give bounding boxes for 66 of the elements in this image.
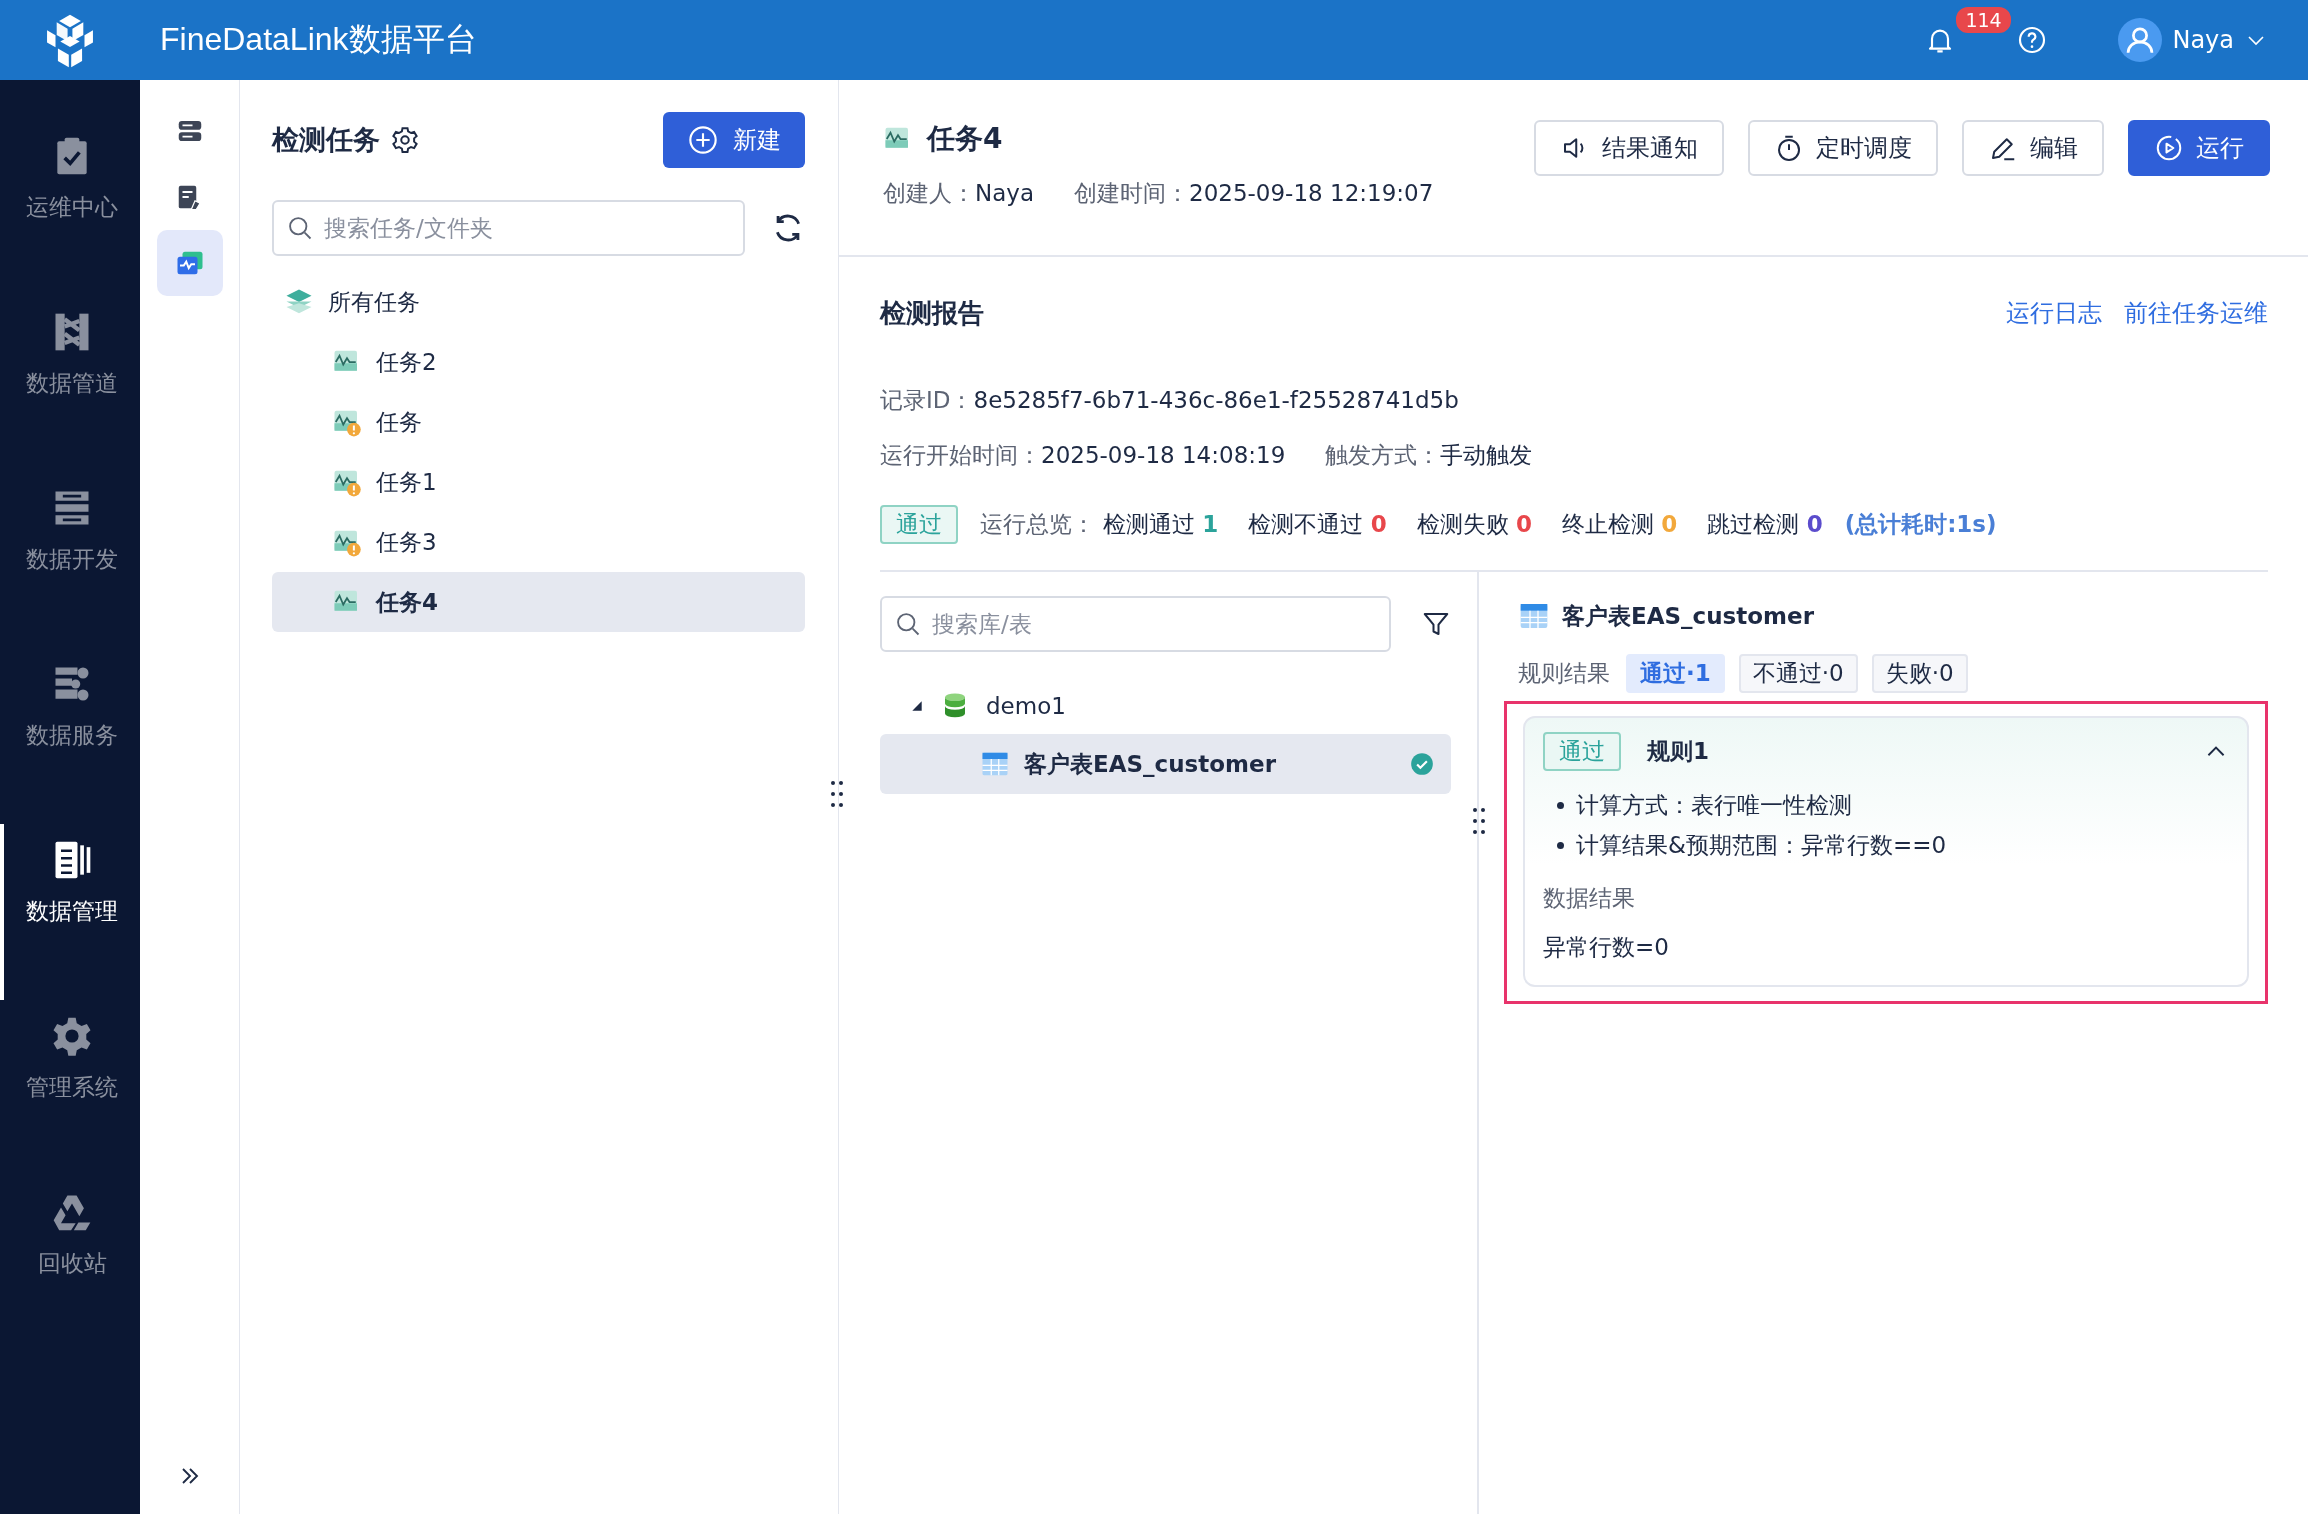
tree-item[interactable]: 任务3 bbox=[272, 512, 805, 572]
nav-item[interactable]: 数据服务 bbox=[0, 648, 140, 824]
link[interactable]: 运行日志 bbox=[2006, 297, 2102, 329]
rule-detail: 计算方式：表行唯一性检测 bbox=[1576, 790, 1852, 820]
filter-chip[interactable]: 不通过·0 bbox=[1738, 654, 1858, 693]
filter-chip[interactable]: 失败·0 bbox=[1871, 654, 1968, 693]
tree-item[interactable]: demo1 bbox=[880, 678, 1451, 734]
search-icon bbox=[894, 610, 922, 638]
panel-title: 检测任务 bbox=[272, 123, 380, 157]
rule-detail: 计算结果&预期范围：异常行数==0 bbox=[1576, 830, 1947, 860]
section-title: 检测报告 bbox=[880, 296, 984, 330]
app-title: FineDataLink数据平台 bbox=[160, 20, 477, 59]
action-button[interactable]: 结果通知 bbox=[1534, 120, 1724, 176]
action-button[interactable]: 运行 bbox=[2128, 120, 2270, 176]
summary-label: 运行总览： bbox=[980, 510, 1095, 539]
new-button[interactable]: 新建 bbox=[663, 112, 805, 168]
nav-item[interactable]: 数据管道 bbox=[0, 296, 140, 472]
result-text: 异常行数=0 bbox=[1543, 933, 1670, 962]
action-button[interactable]: 定时调度 bbox=[1748, 120, 1938, 176]
meta-text: 创建人：Naya bbox=[883, 179, 1034, 208]
nav-item[interactable]: 运维中心 bbox=[0, 120, 140, 296]
table-title: 客户表EAS_customer bbox=[1562, 601, 1814, 631]
status-tag: 通过 bbox=[1543, 732, 1621, 771]
section-label: 数据结果 bbox=[1543, 884, 1636, 913]
caret-down-icon bbox=[910, 699, 924, 713]
duration-text: (总计耗时:1s) bbox=[1844, 510, 1997, 539]
tree-item[interactable]: 任务1 bbox=[272, 452, 805, 512]
status-tag: 通过 bbox=[880, 505, 958, 544]
meta-text: 创建时间：2025-09-18 12:19:07 bbox=[1074, 179, 1434, 208]
rule-name: 规则1 bbox=[1647, 737, 1709, 766]
tree-item[interactable]: 客户表EAS_customer bbox=[880, 734, 1451, 794]
stat-text: 检测不通过 0 bbox=[1248, 510, 1387, 539]
bullet-icon bbox=[1557, 801, 1564, 809]
tree-item[interactable]: 任务 bbox=[272, 392, 805, 452]
field-text: 记录ID：8e5285f7-6b71-436c-86e1-f25528741d5b bbox=[880, 386, 1459, 415]
nav-item[interactable]: 数据管理 bbox=[0, 824, 140, 1000]
field-text: 运行开始时间：2025-09-18 14:08:19 bbox=[880, 441, 1286, 470]
stat-text: 检测失败 0 bbox=[1416, 510, 1532, 539]
search-field[interactable]: 搜索库/表 bbox=[880, 596, 1391, 652]
drag-handle-icon[interactable] bbox=[830, 780, 844, 808]
stat-text: 终止检测 0 bbox=[1562, 510, 1678, 539]
tree-item[interactable]: 所有任务 bbox=[272, 272, 805, 332]
nav-item[interactable]: 数据开发 bbox=[0, 472, 140, 648]
notification-badge: 114 bbox=[1954, 5, 2013, 35]
nav-item[interactable]: 回收站 bbox=[0, 1176, 140, 1352]
bullet-icon bbox=[1557, 841, 1564, 849]
filter-chip[interactable]: 通过·1 bbox=[1626, 654, 1725, 693]
user-menu[interactable]: Naya bbox=[2118, 18, 2268, 62]
tree-item[interactable]: 任务2 bbox=[272, 332, 805, 392]
plus-circle-icon bbox=[687, 124, 719, 156]
nav-item[interactable]: 管理系统 bbox=[0, 1000, 140, 1176]
settings-icon[interactable] bbox=[390, 125, 420, 155]
play-circle-icon bbox=[2154, 133, 2184, 163]
search-field[interactable]: 搜索任务/文件夹 bbox=[272, 200, 745, 256]
filter-label: 规则结果 bbox=[1518, 659, 1610, 688]
task-title: 任务4 bbox=[927, 121, 1003, 157]
stat-text: 跳过检测 0 bbox=[1707, 510, 1823, 539]
drag-handle-icon[interactable] bbox=[1472, 807, 1486, 835]
sidebar-tab[interactable] bbox=[156, 230, 223, 296]
avatar-icon bbox=[2118, 18, 2163, 62]
search-icon bbox=[286, 214, 314, 242]
action-button[interactable]: 编辑 bbox=[1962, 120, 2104, 176]
tree-item[interactable]: 任务4 bbox=[272, 572, 805, 632]
link[interactable]: 前往任务运维 bbox=[2124, 297, 2268, 329]
stat-text: 检测通过 1 bbox=[1103, 510, 1219, 539]
field-text: 触发方式：手动触发 bbox=[1325, 441, 1533, 470]
